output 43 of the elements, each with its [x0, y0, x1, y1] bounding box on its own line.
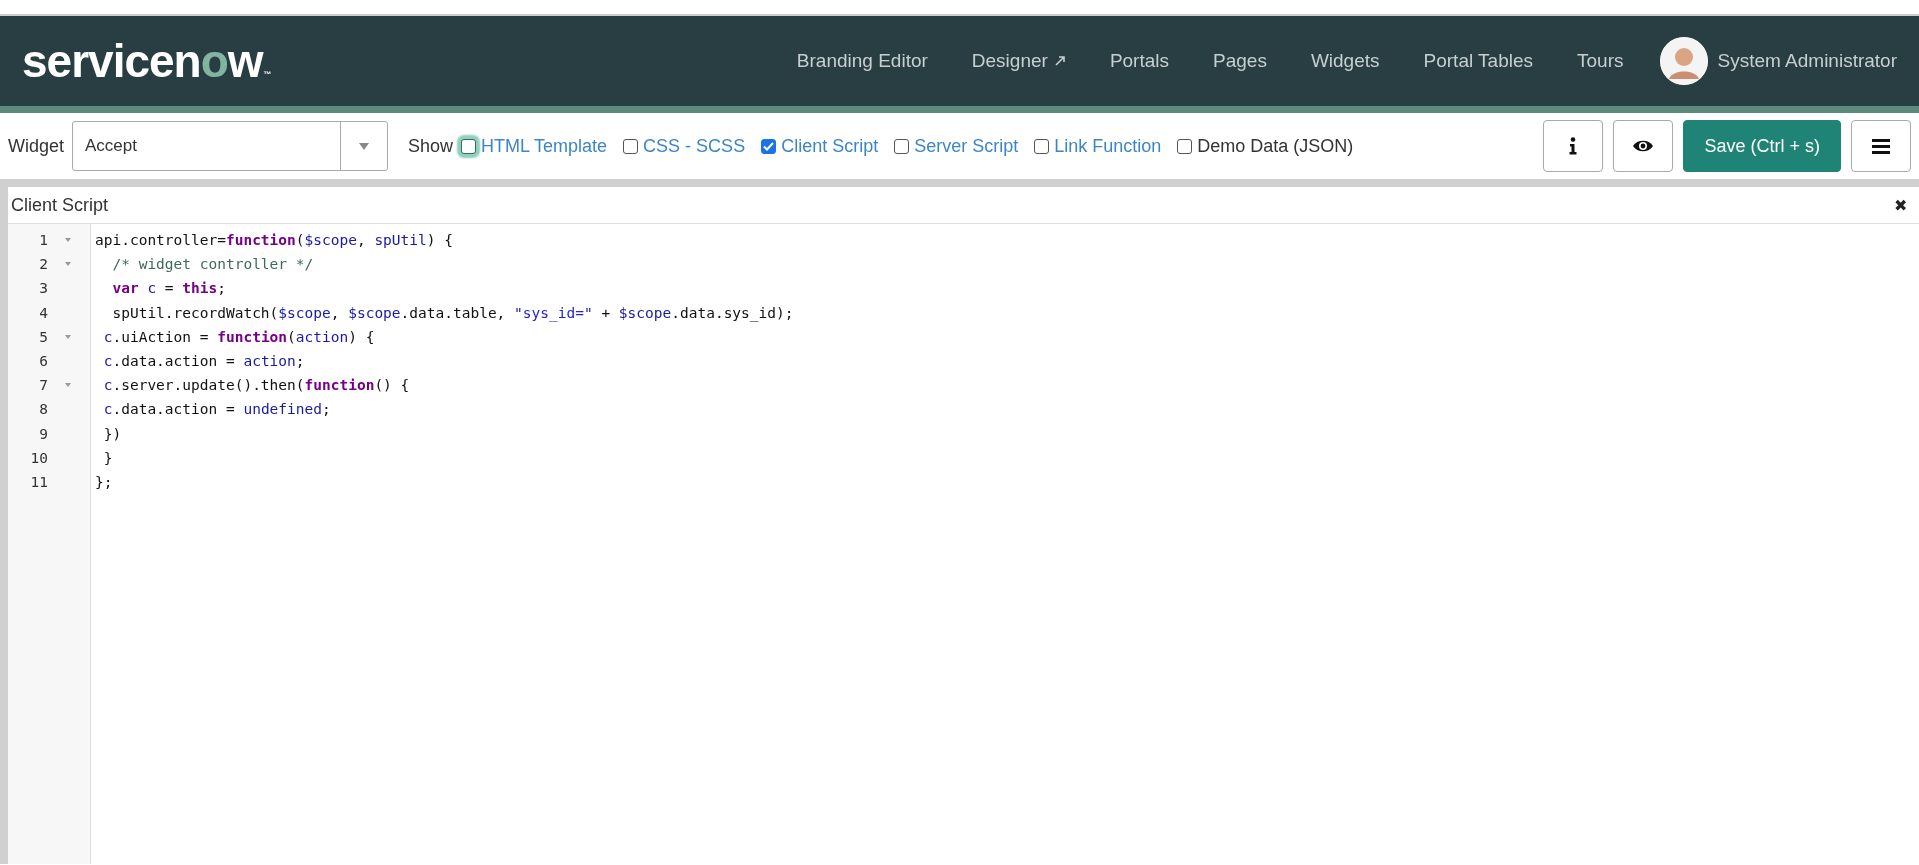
- widget-select[interactable]: Accept: [72, 121, 389, 171]
- code-line: c.data.action = undefined;: [102, 401, 331, 418]
- panel-title: Client Script: [11, 194, 109, 216]
- checkbox-link[interactable]: Link Function: [1054, 135, 1162, 157]
- save-button[interactable]: Save (Ctrl + s): [1683, 120, 1841, 172]
- servicenow-logo[interactable]: servicenow™: [22, 34, 271, 88]
- line-number: 4: [38, 304, 48, 321]
- code-line: api.controller=function($scope, spUtil) {: [95, 232, 453, 249]
- line-number: 7: [38, 377, 48, 394]
- code-line: }: [102, 449, 113, 466]
- code-line: c.uiAction = function(action) {: [102, 328, 375, 345]
- widget-label: Widget: [8, 135, 65, 157]
- nav-link[interactable]: Portals: [1109, 50, 1169, 72]
- nav-link[interactable]: Tours: [1577, 50, 1624, 72]
- nav-link[interactable]: Branding Editor: [796, 50, 928, 72]
- line-number: 8: [38, 401, 48, 418]
- nav-link[interactable]: Portal Tables: [1423, 50, 1534, 72]
- code-line: /* widget controller */: [111, 256, 314, 273]
- code-line: var c = this;: [111, 280, 226, 297]
- code-line: }): [102, 425, 122, 442]
- user-name[interactable]: System Administrator: [1717, 50, 1897, 72]
- line-number: 3: [38, 280, 48, 297]
- code-line: spUtil.recordWatch($scope, $scope.data.table, "sys_id=" + $scope.data.sys_id);: [111, 304, 794, 321]
- line-number: 1: [38, 232, 48, 249]
- checkbox-link[interactable]: CSS - SCSS: [643, 135, 746, 157]
- checkbox-link[interactable]: HTML Template: [481, 135, 608, 157]
- code-line: };: [95, 473, 113, 490]
- checkbox-link[interactable]: Client Script: [781, 135, 879, 157]
- line-number: 9: [38, 425, 48, 442]
- line-number: 2: [38, 256, 48, 273]
- line-number: 5: [38, 328, 48, 345]
- line-number: 6: [38, 353, 48, 370]
- line-number: 10: [29, 449, 48, 466]
- code-line: c.server.update().then(function() {: [102, 377, 410, 394]
- close-button[interactable]: ✖: [1886, 195, 1915, 215]
- nav-link[interactable]: Designer: [971, 50, 1066, 72]
- line-number: 11: [29, 473, 48, 490]
- code-line: c.data.action = action;: [102, 353, 305, 370]
- nav-link[interactable]: Widgets: [1310, 50, 1380, 72]
- nav-link[interactable]: Pages: [1213, 50, 1267, 72]
- checkbox-label[interactable]: Demo Data (JSON): [1197, 135, 1354, 157]
- show-label: Show: [408, 135, 454, 157]
- checkbox-link[interactable]: Server Script: [914, 135, 1019, 157]
